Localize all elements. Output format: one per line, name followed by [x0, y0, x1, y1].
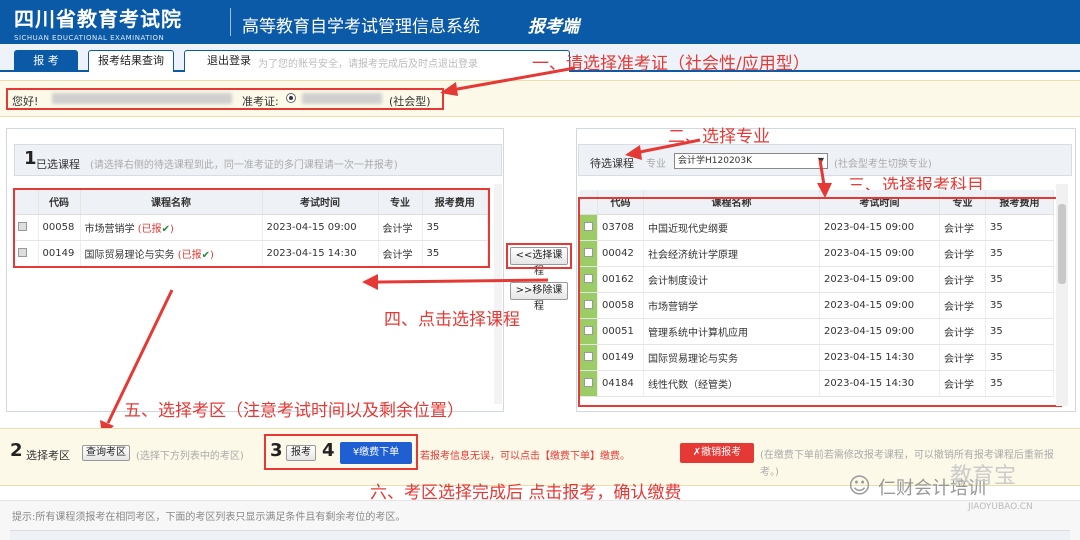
major-switch-hint: (社会型考生切换专业): [834, 159, 932, 170]
annotation-step5: 五、选择考区（注意考试时间以及剩余位置）: [124, 401, 464, 421]
query-region-button[interactable]: 查询考区: [82, 445, 130, 461]
pending-title: 待选课程: [590, 157, 634, 170]
pay-hint: 若报考信息无误，可以点击【缴费下单】缴费。: [420, 451, 630, 462]
highlight-selected: [13, 188, 490, 268]
region-tip: 提示:所有课程须报考在相同考区，下面的考区列表只显示满足条件且有剩余考位的考区。: [12, 512, 406, 523]
tab-report-results[interactable]: 报考结果查询: [88, 50, 174, 72]
step2-label: 选择考区: [26, 449, 70, 462]
chevron-down-icon: ▼: [817, 156, 824, 165]
site-logo: 四川省教育考试院: [14, 7, 182, 31]
highlight-pending: [578, 197, 1062, 407]
major-label: 专业: [646, 159, 666, 170]
tab-report[interactable]: 报 考: [14, 50, 78, 72]
highlight-admission: [6, 88, 444, 110]
site-logo-en: SICHUAN EDUCATIONAL EXAMINATION: [14, 34, 165, 42]
logout-label: 退出登录: [207, 54, 251, 67]
wechat-icon: ☺: [848, 474, 871, 499]
cancel-report-button[interactable]: ✗撤销报考: [680, 443, 754, 463]
highlight-select-btn: [506, 243, 572, 269]
system-subtitle: 报考端: [528, 17, 579, 37]
region-table-header: [10, 530, 1070, 540]
remove-course-button[interactable]: >>移除课程: [510, 282, 568, 312]
system-title: 高等教育自学考试管理信息系统: [242, 17, 480, 37]
header-divider: [230, 8, 231, 36]
scrollbar-thumb[interactable]: [1058, 204, 1066, 284]
watermark-site: 教育宝: [950, 464, 1017, 489]
right-scrollbar[interactable]: [1056, 184, 1068, 406]
left-scrollbar[interactable]: [494, 184, 502, 404]
step2-hint: (选择下方列表中的考区): [136, 451, 244, 462]
highlight-report-pay: [264, 434, 418, 470]
selected-title: 已选课程: [36, 158, 80, 171]
major-select[interactable]: 会计学H120203K ▼: [674, 153, 828, 169]
selected-hint: (请选择右侧的待选课程到此，同一准考证的多门课程请一次一并报考): [90, 160, 398, 171]
step1-number: 1: [24, 148, 37, 169]
step2-number: 2: [10, 440, 23, 461]
annotation-step4: 四、点击选择课程: [384, 310, 520, 330]
major-select-value: 会计学H120203K: [678, 156, 753, 166]
arrow-step1: [440, 66, 576, 96]
watermark-domain: JIAOYUBAO.CN: [968, 502, 1033, 512]
